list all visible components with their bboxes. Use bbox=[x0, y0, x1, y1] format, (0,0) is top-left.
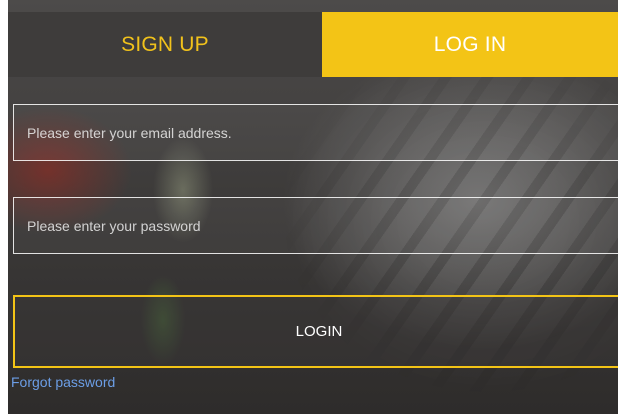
tab-sign-up[interactable]: SIGN UP bbox=[8, 12, 322, 77]
tab-log-in[interactable]: LOG IN bbox=[322, 12, 618, 77]
auth-tabs: SIGN UP LOG IN bbox=[8, 12, 618, 77]
login-form: LOGIN Forgot password bbox=[8, 77, 618, 414]
email-field[interactable] bbox=[13, 104, 618, 161]
auth-panel: SIGN UP LOG IN LOGIN Forgot password bbox=[8, 0, 618, 414]
password-field[interactable] bbox=[13, 197, 618, 254]
forgot-password-link[interactable]: Forgot password bbox=[11, 374, 115, 390]
login-button[interactable]: LOGIN bbox=[13, 295, 618, 368]
